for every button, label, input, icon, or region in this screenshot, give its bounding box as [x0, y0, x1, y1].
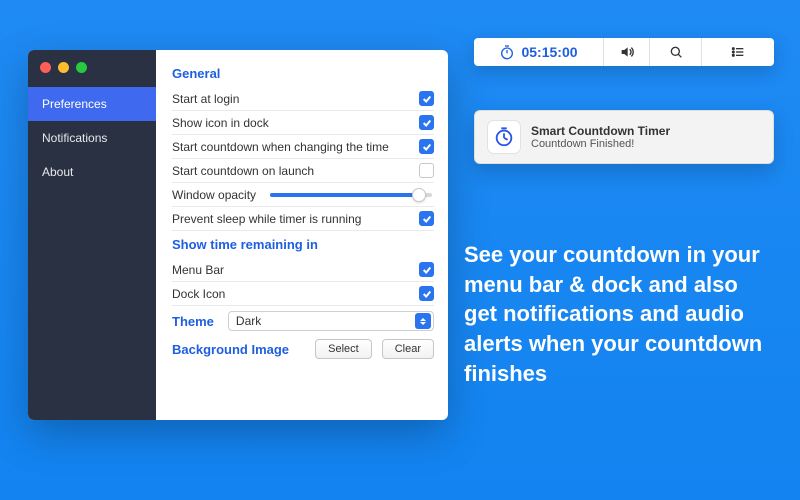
stopwatch-icon	[499, 44, 515, 60]
row-start-on-launch: Start countdown on launch	[172, 159, 434, 183]
app-icon	[487, 120, 521, 154]
slider-thumb[interactable]	[412, 188, 426, 202]
select-theme-value: Dark	[236, 314, 261, 328]
slider-window-opacity[interactable]	[270, 193, 432, 197]
menubar-timer[interactable]: 05:15:00	[474, 38, 604, 66]
section-header-show-remaining: Show time remaining in	[172, 237, 434, 252]
notification-title: Smart Countdown Timer	[531, 124, 670, 138]
preferences-window: Preferences Notifications About General …	[28, 50, 448, 420]
row-background-image: Background Image Select Clear	[172, 334, 434, 359]
window-traffic-lights	[28, 60, 156, 87]
checkbox-dock-icon[interactable]	[419, 286, 434, 301]
row-theme: Theme Dark	[172, 306, 434, 334]
clear-image-button[interactable]: Clear	[382, 339, 434, 359]
row-label: Start countdown when changing the time	[172, 140, 389, 154]
menubar-spotlight[interactable]	[650, 38, 702, 66]
select-theme[interactable]: Dark	[228, 311, 434, 331]
sidebar: Preferences Notifications About	[28, 50, 156, 420]
sidebar-item-preferences[interactable]: Preferences	[28, 87, 156, 121]
row-label: Start at login	[172, 92, 239, 106]
row-start-on-time-change: Start countdown when changing the time	[172, 135, 434, 159]
sidebar-item-notifications[interactable]: Notifications	[28, 121, 156, 155]
row-label: Show icon in dock	[172, 116, 269, 130]
row-menu-bar: Menu Bar	[172, 258, 434, 282]
checkbox-start-at-login[interactable]	[419, 91, 434, 106]
stepper-caret-icon	[415, 313, 431, 329]
search-icon	[668, 44, 684, 60]
checkbox-show-icon-dock[interactable]	[419, 115, 434, 130]
menubar-volume[interactable]	[604, 38, 650, 66]
sidebar-item-about[interactable]: About	[28, 155, 156, 189]
promo-copy: See your countdown in your menu bar & do…	[464, 240, 774, 388]
slider-fill	[270, 193, 419, 197]
row-label: Prevent sleep while timer is running	[172, 212, 361, 226]
zoom-window-button[interactable]	[76, 62, 87, 73]
minimize-window-button[interactable]	[58, 62, 69, 73]
preferences-content: General Start at login Show icon in dock…	[156, 50, 448, 420]
checkbox-start-on-time-change[interactable]	[419, 139, 434, 154]
select-image-button[interactable]: Select	[315, 339, 372, 359]
close-window-button[interactable]	[40, 62, 51, 73]
menubar-timer-text: 05:15:00	[521, 44, 577, 60]
row-show-icon-dock: Show icon in dock	[172, 111, 434, 135]
row-label: Start countdown on launch	[172, 164, 314, 178]
checkbox-start-on-launch[interactable]	[419, 163, 434, 178]
row-prevent-sleep: Prevent sleep while timer is running	[172, 207, 434, 231]
notification-toast[interactable]: Smart Countdown Timer Countdown Finished…	[474, 110, 774, 164]
menubar-control-center[interactable]	[702, 38, 774, 66]
menubar-preview: 05:15:00	[474, 38, 774, 66]
notification-subtitle: Countdown Finished!	[531, 138, 670, 150]
section-header-background-image: Background Image	[172, 342, 289, 357]
checkbox-menu-bar[interactable]	[419, 262, 434, 277]
row-dock-icon: Dock Icon	[172, 282, 434, 306]
row-label: Window opacity	[172, 188, 256, 202]
row-window-opacity: Window opacity	[172, 183, 434, 207]
section-header-general: General	[172, 66, 434, 81]
row-label: Dock Icon	[172, 287, 225, 301]
checkbox-prevent-sleep[interactable]	[419, 211, 434, 226]
row-start-at-login: Start at login	[172, 87, 434, 111]
timer-app-icon	[493, 126, 515, 148]
list-icon	[730, 44, 746, 60]
volume-icon	[619, 44, 635, 60]
row-label: Menu Bar	[172, 263, 224, 277]
notification-text: Smart Countdown Timer Countdown Finished…	[531, 124, 670, 150]
section-header-theme: Theme	[172, 314, 214, 329]
